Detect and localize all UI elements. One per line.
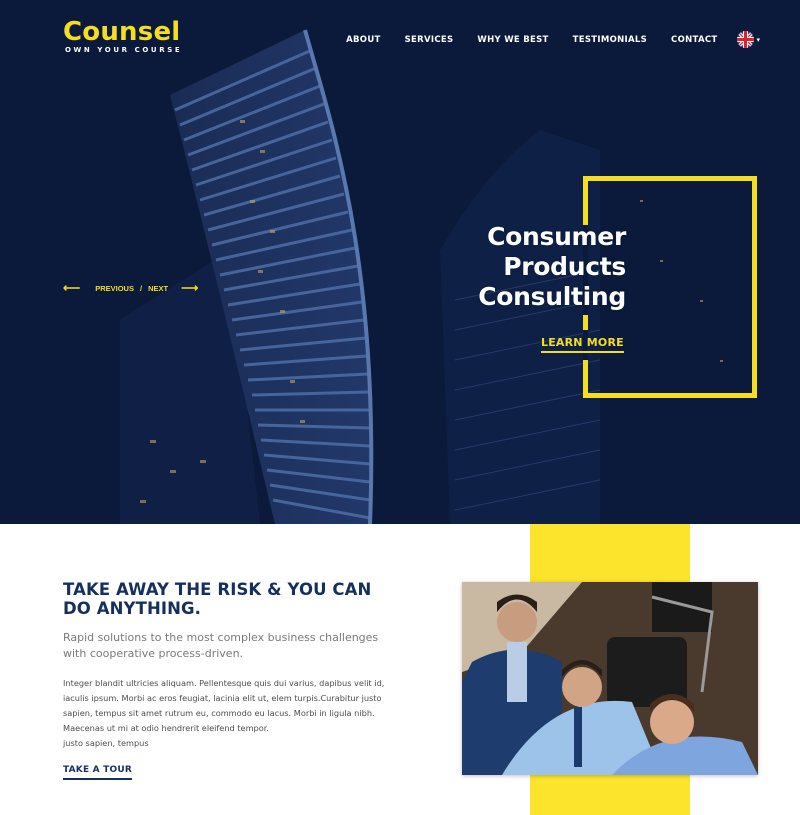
- previous-slide-link[interactable]: PREVIOUS: [95, 284, 134, 293]
- main-nav: ABOUT SERVICES WHY WE BEST TESTIMONIALS …: [346, 31, 760, 48]
- brand-logo[interactable]: Counsel OWN YOUR COURSE: [63, 18, 182, 54]
- team-photo-illustration: [462, 582, 758, 775]
- nav-contact[interactable]: CONTACT: [671, 35, 717, 45]
- language-selector[interactable]: ▾: [737, 31, 760, 48]
- hero-title-line: Products: [503, 252, 626, 281]
- intro-section: TAKE AWAY THE RISK & YOU CAN DO ANYTHING…: [63, 580, 393, 780]
- chevron-down-icon: ▾: [756, 36, 760, 44]
- hero-title-line: Consumer: [487, 222, 626, 251]
- brand-tagline: OWN YOUR COURSE: [65, 46, 183, 54]
- hero-section: Counsel OWN YOUR COURSE ABOUT SERVICES W…: [0, 0, 800, 524]
- intro-body: Integer blandit ultricies aliquam. Pelle…: [63, 676, 393, 751]
- team-meeting-photo: [462, 582, 758, 775]
- slider-separator: /: [139, 283, 143, 293]
- brand-name: Counsel: [63, 17, 181, 47]
- intro-body-extra: justo sapien, tempus: [63, 738, 149, 748]
- hero-title: Consumer Products Consulting: [478, 222, 626, 312]
- nav-services[interactable]: SERVICES: [405, 35, 454, 45]
- intro-body-text: Integer blandit ultricies aliquam. Pelle…: [63, 678, 385, 733]
- hero-title-line: Consulting: [478, 282, 626, 311]
- nav-testimonials[interactable]: TESTIMONIALS: [573, 35, 647, 45]
- arrow-left-icon[interactable]: ⟵: [63, 282, 80, 294]
- arrow-right-icon[interactable]: ⟶: [181, 282, 198, 294]
- nav-why-we-best[interactable]: WHY WE BEST: [477, 35, 548, 45]
- learn-more-button[interactable]: LEARN MORE: [541, 336, 624, 353]
- uk-flag-icon: [737, 31, 755, 48]
- intro-lead: Rapid solutions to the most complex busi…: [63, 631, 379, 660]
- take-a-tour-button[interactable]: TAKE A TOUR: [63, 765, 132, 780]
- intro-heading: TAKE AWAY THE RISK & YOU CAN DO ANYTHING…: [63, 580, 372, 618]
- next-slide-link[interactable]: NEXT: [148, 284, 168, 293]
- nav-about[interactable]: ABOUT: [346, 35, 380, 45]
- slider-navigation: ⟵ PREVIOUS / NEXT ⟶: [63, 282, 198, 294]
